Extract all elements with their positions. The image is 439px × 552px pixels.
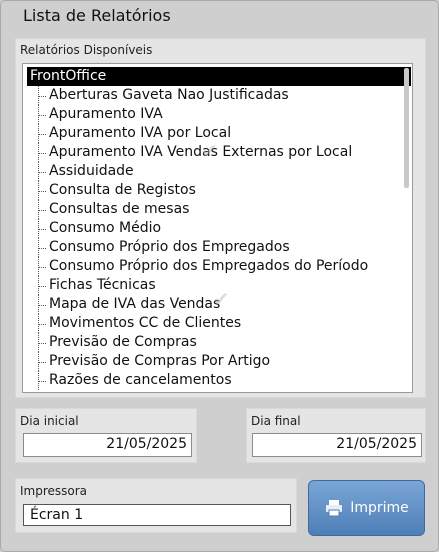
tree-branch-line	[38, 238, 48, 257]
tree-branch-line	[38, 295, 48, 314]
tree-item-label: Razões de cancelamentos	[49, 372, 232, 388]
tree-item-label: Consumo Próprio dos Empregados	[49, 239, 290, 255]
watermark-check-icon: ✔	[213, 287, 230, 311]
printer-select[interactable]: Écran 1	[23, 504, 291, 526]
tree-item[interactable]: Apuramento IVA Vendas Externas por Local	[27, 143, 412, 162]
tree-item-label: Consultas de mesas	[49, 201, 190, 217]
tree-branch-line	[38, 162, 48, 181]
tree-item[interactable]: Razões de cancelamentos	[27, 371, 412, 390]
tree-item-label: Consumo Próprio dos Empregados do Períod…	[49, 258, 369, 274]
tree-item[interactable]: Consultas de mesas	[27, 200, 412, 219]
print-button-label: Imprime	[350, 500, 409, 516]
tree-item[interactable]: Assiduidade	[27, 162, 412, 181]
reports-tree-list: Aberturas Gaveta Nao Justificadas Apurame…	[27, 86, 412, 390]
tree-item[interactable]: Consumo Médio	[27, 219, 412, 238]
tree-branch-line	[38, 219, 48, 238]
tree-branch-line	[38, 352, 48, 371]
tree-item[interactable]: Consulta de Registos	[27, 181, 412, 200]
tree-branch-line	[38, 257, 48, 276]
tree-branch-line	[38, 276, 48, 295]
tree-branch-line	[38, 371, 48, 390]
start-date-field[interactable]: 21/05/2025	[23, 433, 192, 457]
end-date-label: Dia final	[251, 414, 301, 428]
tree-item[interactable]: Movimentos CC de Clientes	[27, 314, 412, 333]
tree-item[interactable]: Aberturas Gaveta Nao Justificadas	[27, 86, 412, 105]
tree-item[interactable]: Previsão de Compras Por Artigo	[27, 352, 412, 371]
tree-branch-line	[38, 200, 48, 219]
tree-item-label: Aberturas Gaveta Nao Justificadas	[49, 87, 289, 103]
print-button[interactable]: Imprime	[308, 480, 425, 536]
tree-scrollbar[interactable]	[404, 68, 409, 188]
tree-item-label: Apuramento IVA	[49, 106, 163, 122]
tree-branch-line	[38, 314, 48, 333]
tree-item-label: Consumo Médio	[49, 220, 162, 236]
tree-branch-line	[38, 333, 48, 352]
tree-item[interactable]: Apuramento IVA por Local	[27, 124, 412, 143]
tree-item-label: Previsão de Compras	[49, 334, 197, 350]
tree-item-label: Consulta de Registos	[49, 182, 196, 198]
tree-item-label: Movimentos CC de Clientes	[49, 315, 242, 331]
window-title: Lista de Relatórios	[23, 6, 171, 25]
report-list-window: Lista de Relatórios Relatórios Disponíve…	[0, 0, 439, 552]
tree-branch-line	[38, 143, 48, 162]
tree-branch-line	[38, 181, 48, 200]
printer-icon	[326, 500, 343, 517]
tree-branch-line	[38, 124, 48, 143]
tree-item[interactable]: Consumo Próprio dos Empregados	[27, 238, 412, 257]
tree-item[interactable]: Consumo Próprio dos Empregados do Períod…	[27, 257, 412, 276]
watermark-check-icon: ✔	[201, 139, 218, 163]
reports-tree[interactable]: FrontOffice Aberturas Gaveta Nao Justifi…	[22, 63, 413, 393]
reports-label: Relatórios Disponíveis	[20, 43, 153, 57]
tree-item[interactable]: Apuramento IVA	[27, 105, 412, 124]
printer-label: Impressora	[20, 484, 88, 498]
tree-branch-line	[38, 105, 48, 124]
tree-item-label: Mapa de IVA das Vendas	[49, 296, 221, 312]
tree-item-label: Fichas Técnicas	[49, 277, 156, 293]
printer-select-value: Écran 1	[30, 507, 84, 523]
start-date-label: Dia inicial	[20, 414, 79, 428]
tree-item[interactable]: Previsão de Compras	[27, 333, 412, 352]
tree-root-frontoffice[interactable]: FrontOffice	[27, 67, 411, 86]
tree-item-label: Assiduidade	[49, 163, 134, 179]
tree-branch-line	[38, 86, 48, 105]
tree-item-label: Previsão de Compras Por Artigo	[49, 353, 271, 369]
end-date-field[interactable]: 21/05/2025	[252, 433, 422, 457]
